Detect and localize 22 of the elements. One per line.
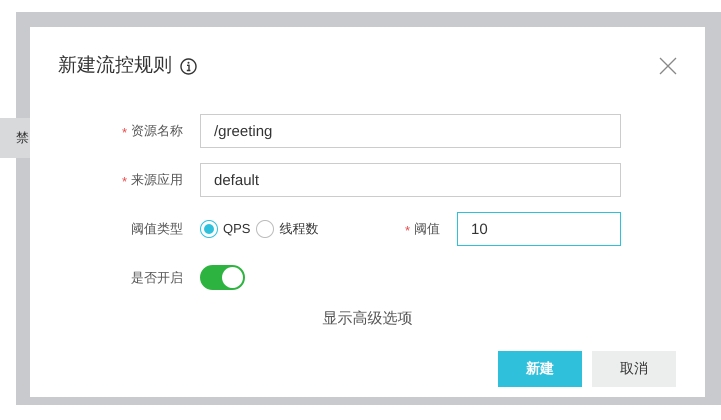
table-cell-text: 禁 [16, 129, 29, 148]
radio-button[interactable] [200, 220, 218, 238]
threshold-field[interactable]: 10 [457, 212, 621, 246]
required-mark: * [122, 126, 127, 139]
required-mark: * [404, 224, 410, 237]
field-label: 阈值 [414, 220, 440, 238]
advanced-options-link[interactable]: 显示高级选项 [322, 308, 412, 330]
radio-label[interactable]: 线程数 [279, 219, 318, 239]
info-icon[interactable] [180, 58, 197, 74]
radio-button[interactable] [256, 220, 274, 238]
field-label: 是否开启 [131, 268, 183, 287]
field-label: 来源应用 [131, 171, 183, 190]
cancel-button[interactable]: 取消 [592, 350, 676, 386]
close-icon[interactable] [659, 57, 677, 75]
dialog-title: 新建流控规则 [58, 54, 172, 78]
field-label: 阈值类型 [131, 220, 183, 238]
field-label: 资源名称 [131, 122, 183, 140]
text-field[interactable]: /greeting [200, 114, 621, 148]
text-field[interactable]: default [200, 163, 621, 197]
toggle-switch[interactable] [200, 265, 245, 290]
required-mark: * [122, 175, 127, 188]
radio-label[interactable]: QPS [223, 219, 250, 239]
